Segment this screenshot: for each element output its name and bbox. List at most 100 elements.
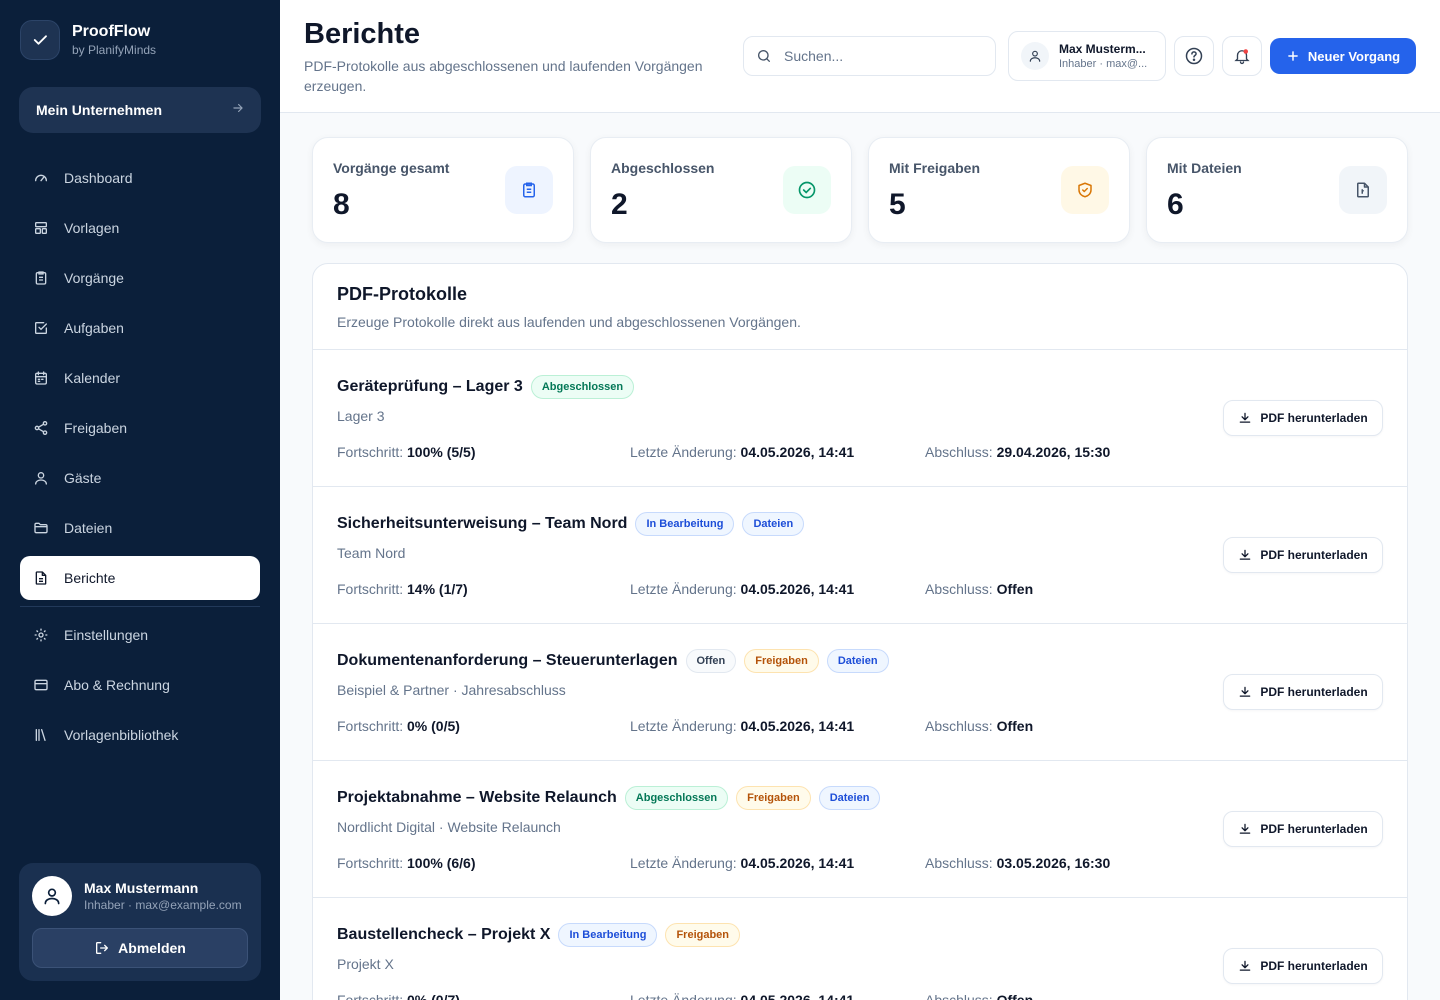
report-subtitle: Team Nord <box>337 545 406 561</box>
files-badge: Dateien <box>818 786 881 810</box>
sidebar-item-einstellungen[interactable]: Einstellungen <box>20 613 260 657</box>
download-label: PDF herunterladen <box>1260 685 1368 699</box>
download-icon <box>1238 685 1252 699</box>
stat-label: Abgeschlossen <box>611 160 715 176</box>
sidebar-item-dateien[interactable]: Dateien <box>20 506 260 550</box>
report-last-changed: Letzte Änderung: 04.05.2026, 14:41 <box>630 444 855 460</box>
report-last-changed: Letzte Änderung: 04.05.2026, 14:41 <box>630 992 855 1000</box>
report-title: Sicherheitsunterweisung – Team Nord <box>337 515 628 532</box>
report-row: Projektabnahme – Website Relaunch Abgesc… <box>313 761 1407 898</box>
download-pdf-button[interactable]: PDF herunterladen <box>1223 811 1383 847</box>
bell-icon <box>1233 47 1251 65</box>
logout-label: Abmelden <box>118 940 186 956</box>
library-icon <box>33 727 49 743</box>
panel-subtitle: Erzeuge Protokolle direkt aus laufenden … <box>337 314 801 330</box>
sidebar-item-label: Dashboard <box>64 170 133 186</box>
download-label: PDF herunterladen <box>1260 411 1368 425</box>
header-user-name: Max Musterm... <box>1059 41 1146 56</box>
sidebar-item-label: Abo & Rechnung <box>64 677 170 693</box>
stat-label: Mit Dateien <box>1167 160 1242 176</box>
report-completion: Abschluss: 29.04.2026, 15:30 <box>925 444 1111 460</box>
sidebar-item-label: Dateien <box>64 520 113 536</box>
calendar-icon <box>33 370 49 386</box>
header: Berichte PDF-Protokolle aus abgeschlosse… <box>280 0 1440 113</box>
arrow-right-icon <box>231 101 245 120</box>
shield-icon <box>1061 166 1109 214</box>
report-subtitle: Lager 3 <box>337 408 385 424</box>
sidebar-item-label: Vorlagen <box>64 220 120 236</box>
layout-icon <box>33 220 49 236</box>
sidebar-item-abo[interactable]: Abo & Rechnung <box>20 663 260 707</box>
download-icon <box>1238 822 1252 836</box>
stat-label: Mit Freigaben <box>889 160 981 176</box>
download-label: PDF herunterladen <box>1260 548 1368 562</box>
shares-badge: Freigaben <box>736 786 811 810</box>
report-last-changed: Letzte Änderung: 04.05.2026, 14:41 <box>630 855 855 871</box>
report-title: Geräteprüfung – Lager 3 <box>337 378 523 395</box>
report-progress: Fortschritt: 14% (1/7) <box>337 581 468 597</box>
gauge-icon <box>33 170 49 186</box>
download-label: PDF herunterladen <box>1260 822 1368 836</box>
download-icon <box>1238 959 1252 973</box>
notifications-button[interactable] <box>1222 36 1262 76</box>
report-completion: Abschluss: Offen <box>925 992 1034 1000</box>
help-icon <box>1184 46 1204 66</box>
report-completion: Abschluss: Offen <box>925 581 1034 597</box>
sidebar-item-vorlagenbibliothek[interactable]: Vorlagenbibliothek <box>20 713 260 757</box>
stat-label: Vorgänge gesamt <box>333 160 450 176</box>
report-progress: Fortschritt: 0% (0/5) <box>337 718 460 734</box>
report-progress: Fortschritt: 100% (6/6) <box>337 855 476 871</box>
download-pdf-button[interactable]: PDF herunterladen <box>1223 537 1383 573</box>
sidebar-item-label: Vorlagenbibliothek <box>64 727 179 743</box>
new-process-button[interactable]: Neuer Vorgang <box>1270 38 1416 74</box>
company-button[interactable]: Mein Unternehmen <box>19 87 261 133</box>
panel-title: PDF-Protokolle <box>337 284 468 304</box>
page-title: Berichte <box>304 18 421 50</box>
report-last-changed: Letzte Änderung: 04.05.2026, 14:41 <box>630 718 855 734</box>
sidebar-item-freigaben[interactable]: Freigaben <box>20 406 260 450</box>
download-pdf-button[interactable]: PDF herunterladen <box>1223 400 1383 436</box>
user-role: Inhaber · max@example.com <box>84 898 242 912</box>
report-progress: Fortschritt: 0% (0/7) <box>337 992 460 1000</box>
stat-value: 5 <box>889 188 906 221</box>
gear-icon <box>33 627 49 643</box>
shares-badge: Freigaben <box>744 649 819 673</box>
report-last-changed: Letzte Änderung: 04.05.2026, 14:41 <box>630 581 855 597</box>
search-icon <box>756 48 772 64</box>
folder-icon <box>33 520 49 536</box>
files-badge: Dateien <box>742 512 805 536</box>
sidebar-item-label: Kalender <box>64 370 121 386</box>
help-button[interactable] <box>1174 36 1214 76</box>
sidebar-item-label: Vorgänge <box>64 270 124 286</box>
report-subtitle: Projekt X <box>337 956 394 972</box>
sidebar-item-vorgaenge[interactable]: Vorgänge <box>20 256 260 300</box>
user-menu-button[interactable]: Max Musterm... Inhaber · max@... <box>1008 31 1166 81</box>
sidebar-item-dashboard[interactable]: Dashboard <box>20 156 260 200</box>
download-pdf-button[interactable]: PDF herunterladen <box>1223 674 1383 710</box>
logout-button[interactable]: Abmelden <box>32 928 248 968</box>
sidebar-item-berichte[interactable]: Berichte <box>20 556 260 600</box>
check-circle-icon <box>783 166 831 214</box>
search-input[interactable] <box>784 48 984 64</box>
file-icon <box>1339 166 1387 214</box>
sidebar: ProofFlow by PlanifyMinds Mein Unternehm… <box>0 0 280 1000</box>
brand: ProofFlow by PlanifyMinds <box>20 20 156 60</box>
sidebar-item-kalender[interactable]: Kalender <box>20 356 260 400</box>
stat-value: 6 <box>1167 188 1184 221</box>
user-icon <box>33 470 49 486</box>
check-square-icon <box>33 320 49 336</box>
sidebar-item-aufgaben[interactable]: Aufgaben <box>20 306 260 350</box>
sidebar-item-vorlagen[interactable]: Vorlagen <box>20 206 260 250</box>
user-card: Max Mustermann Inhaber · max@example.com… <box>19 863 261 981</box>
files-badge: Dateien <box>826 649 889 673</box>
download-pdf-button[interactable]: PDF herunterladen <box>1223 948 1383 984</box>
search-box <box>743 36 996 76</box>
sidebar-item-gaeste[interactable]: Gäste <box>20 456 260 500</box>
sidebar-item-label: Berichte <box>64 570 116 586</box>
status-badge: Offen <box>685 649 737 673</box>
report-row: Geräteprüfung – Lager 3 Abgeschlossen La… <box>313 350 1407 487</box>
file-text-icon <box>33 570 49 586</box>
nav-divider <box>20 606 260 607</box>
brand-subtitle: by PlanifyMinds <box>72 43 157 57</box>
report-row: Dokumentenanforderung – Steuerunterlagen… <box>313 624 1407 761</box>
